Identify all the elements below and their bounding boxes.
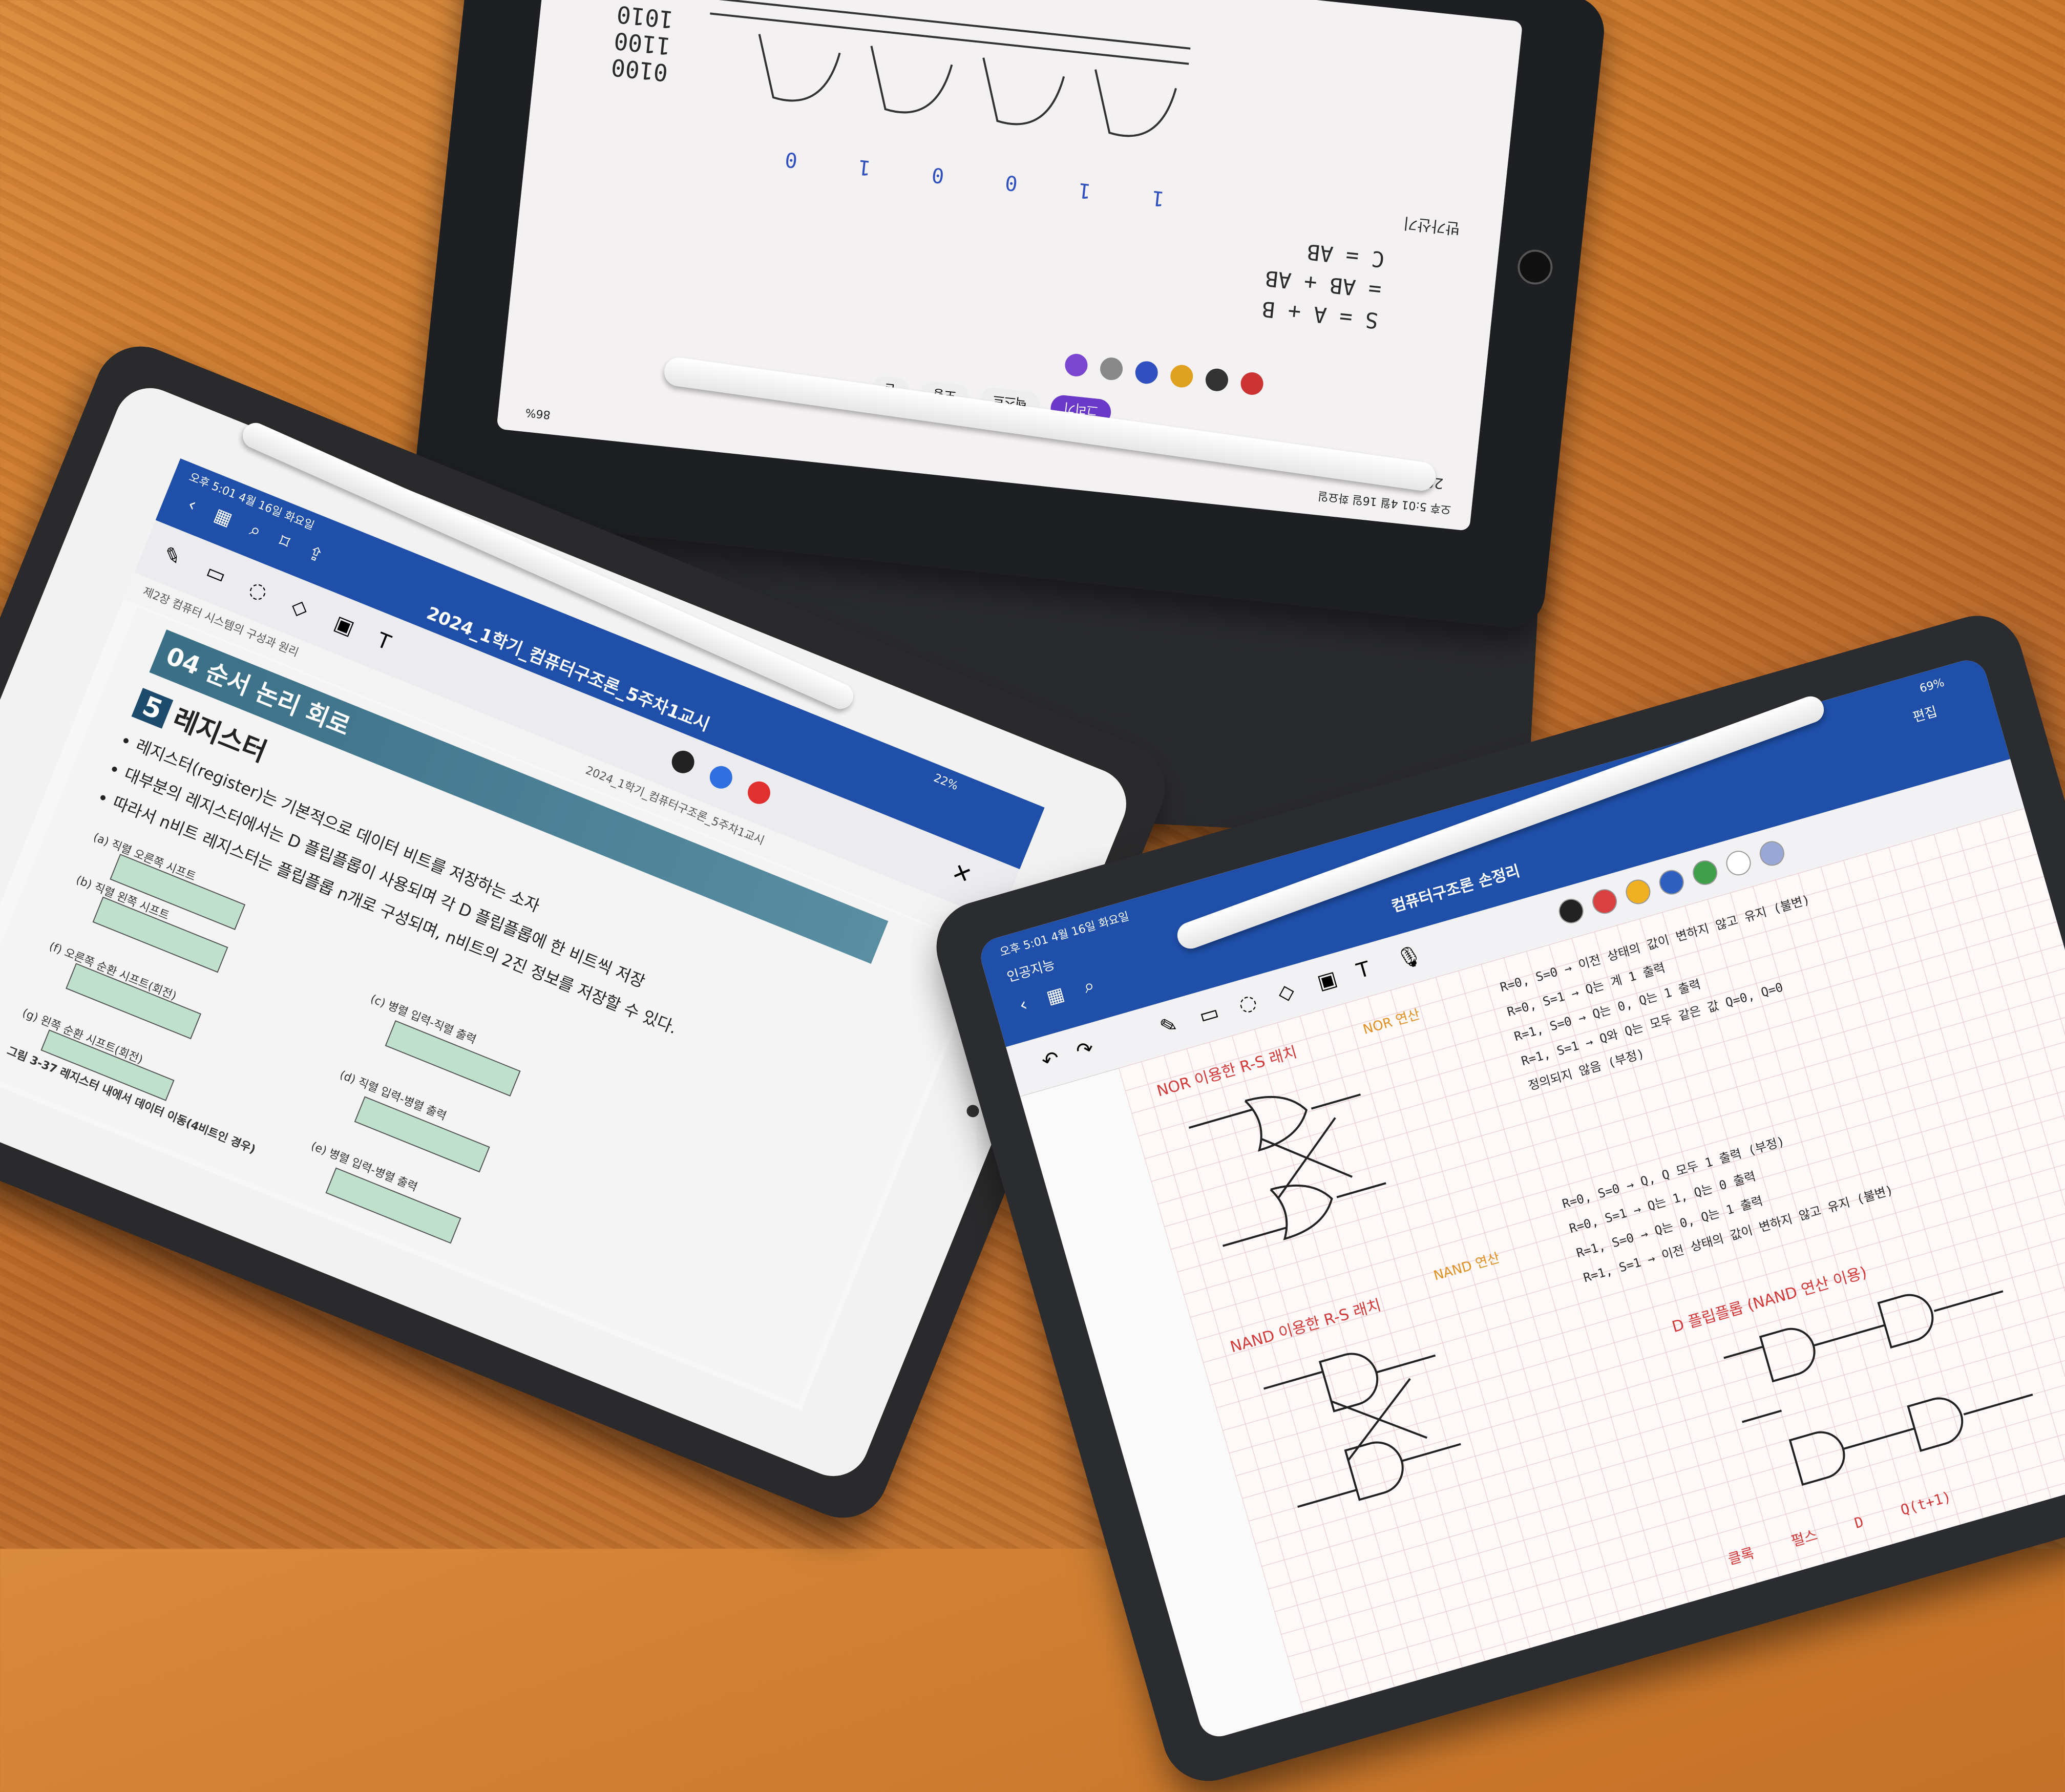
left-front-camera <box>964 1103 981 1120</box>
top-binary-column: 0100 1100 1010 <box>610 1 675 87</box>
top-status-date: 4월 16일 화요일 <box>1317 489 1399 510</box>
search-icon[interactable]: ⌕ <box>1081 975 1097 998</box>
top-equation-block: S = A + B = AB + AB C = AB <box>1260 232 1386 336</box>
color-swatch[interactable] <box>1556 896 1587 926</box>
right-status-time: 오후 5:01 <box>998 933 1050 959</box>
eraser-icon[interactable]: ▭ <box>1196 1000 1221 1028</box>
pen-yellow[interactable] <box>1169 364 1194 389</box>
top-battery: 86% <box>524 406 551 421</box>
color-swatch[interactable] <box>1656 867 1687 898</box>
color-swatch[interactable] <box>1622 876 1654 908</box>
pen-blue[interactable] <box>1134 360 1159 385</box>
nor-table-title: NOR 연산 <box>1361 1006 1422 1038</box>
pen-tool-icon[interactable]: ✎ <box>1157 1012 1180 1039</box>
right-edit-button[interactable]: 편집 <box>1910 701 1939 726</box>
grid-icon[interactable]: ▦ <box>1044 983 1067 1008</box>
redo-icon[interactable]: ↷ <box>1073 1036 1097 1063</box>
right-battery: 69% <box>1918 676 1946 695</box>
top-side-note: 반가산기 <box>1402 214 1461 238</box>
color-swatch[interactable] <box>1690 857 1720 888</box>
image-icon[interactable]: ▣ <box>1315 966 1340 995</box>
back-icon[interactable]: ‹ <box>1017 994 1029 1016</box>
d-label: D <box>1852 1513 1866 1532</box>
search-icon[interactable]: ⌕ <box>247 519 264 542</box>
microphone-icon[interactable]: 🎙 <box>1394 942 1425 972</box>
top-toolbar-tabs: 그리기 텍스트 도형 펜 <box>503 322 1481 465</box>
grid-icon[interactable]: ▦ <box>211 504 235 531</box>
shapes-icon[interactable]: ◇ <box>1275 979 1297 1006</box>
pen-tool-icon[interactable]: ✎ <box>160 542 184 570</box>
binary-row: 1010 <box>615 0 675 34</box>
pen-red[interactable] <box>1239 371 1265 396</box>
back-icon[interactable]: ‹ <box>185 494 200 516</box>
top-ipad-screen: 오후 5:01 4월 16일 화요일 86% 2024-1 그리기 텍스트 도형… <box>496 0 1523 531</box>
nand-table-title: NAND 연산 <box>1431 1250 1502 1284</box>
shapes-icon[interactable]: ◇ <box>288 594 312 621</box>
right-section-label[interactable]: 인공지능 <box>1004 954 1057 986</box>
right-status-date: 4월 16일 화요일 <box>1049 910 1131 945</box>
top-status-time: 오후 5:01 <box>1401 497 1452 516</box>
share-icon[interactable]: ⇪ <box>304 542 326 567</box>
color-swatch[interactable] <box>1723 848 1754 878</box>
color-black[interactable] <box>668 747 698 777</box>
top-home-button[interactable] <box>1516 248 1554 286</box>
color-swatch[interactable] <box>1757 838 1787 869</box>
text-icon[interactable]: T <box>1354 957 1373 983</box>
d-label: 클록 펄스 <box>1726 1526 1820 1568</box>
lasso-icon[interactable]: ◌ <box>1236 989 1259 1017</box>
color-swatch[interactable] <box>1589 886 1620 917</box>
nand-notes: R=0, S=0 → Q, Q 모두 1 출력 (부정) R=0, S=1 → … <box>1559 1104 1897 1291</box>
close-icon[interactable]: ✕ <box>948 858 975 890</box>
image-icon[interactable]: ▣ <box>331 611 357 640</box>
undo-icon[interactable]: ↶ <box>1039 1046 1062 1073</box>
eraser-icon[interactable]: ▭ <box>203 559 229 588</box>
left-battery: 22% <box>932 771 960 793</box>
section-number: 5 <box>131 688 174 729</box>
lasso-icon[interactable]: ◌ <box>245 577 271 605</box>
color-red[interactable] <box>744 778 774 808</box>
d-label: Q(t+1) <box>1899 1488 1953 1519</box>
color-blue[interactable] <box>706 763 736 792</box>
pen-black[interactable] <box>1204 367 1230 392</box>
text-icon[interactable]: T <box>373 628 394 655</box>
pen-gray[interactable] <box>1099 356 1124 382</box>
bookmark-icon[interactable]: ⌑ <box>276 531 292 554</box>
pen-purple[interactable] <box>1063 352 1089 378</box>
